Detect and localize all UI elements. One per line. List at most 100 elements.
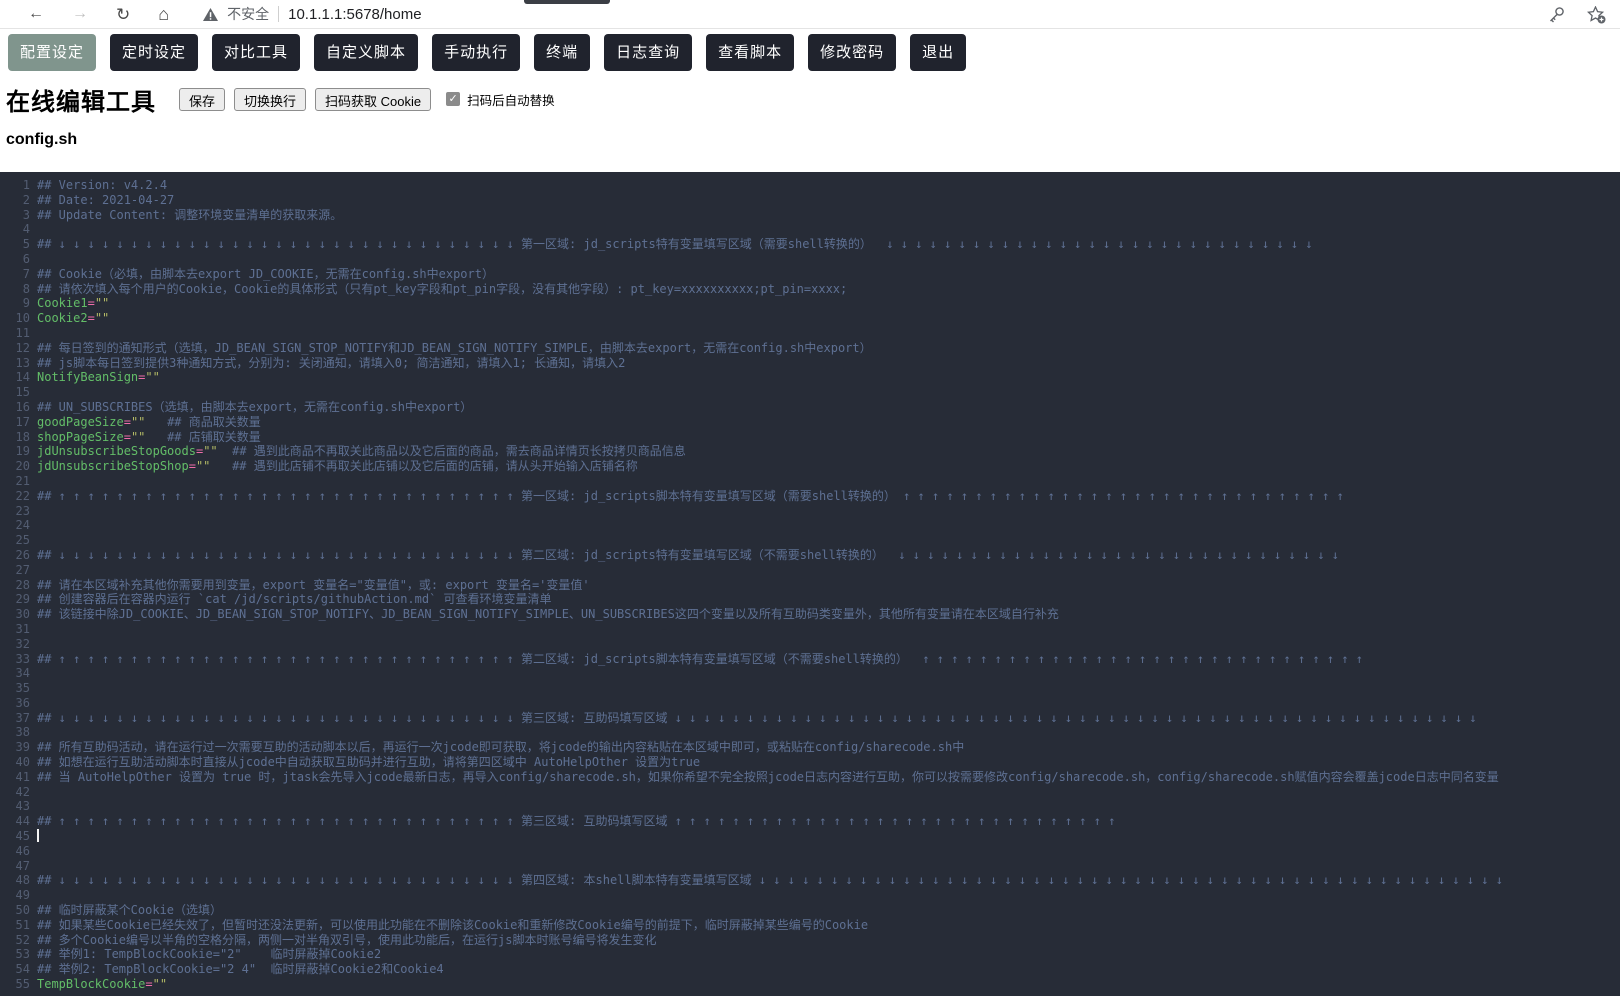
- line-content: NotifyBeanSign="": [37, 370, 160, 385]
- line-number: 5: [0, 237, 30, 252]
- editor-line-41[interactable]: 41## 当 AutoHelpOther 设置为 true 时，jtask会先导…: [0, 770, 1620, 785]
- editor-line-14[interactable]: 14NotifyBeanSign="": [0, 370, 1620, 385]
- nav-button-terminal[interactable]: 终端: [534, 34, 590, 71]
- line-content: ## 所有互助码活动，请在运行过一次需要互助的活动脚本以后，再运行一次jcode…: [37, 740, 964, 755]
- editor-line-11[interactable]: 11: [0, 326, 1620, 341]
- editor-line-30[interactable]: 30## 该链接中除JD_COOKIE、JD_BEAN_SIGN_STOP_NO…: [0, 607, 1620, 622]
- editor-line-24[interactable]: 24: [0, 518, 1620, 533]
- editor-line-21[interactable]: 21: [0, 474, 1620, 489]
- line-number: 50: [0, 903, 30, 918]
- editor-line-34[interactable]: 34: [0, 666, 1620, 681]
- editor-line-47[interactable]: 47: [0, 859, 1620, 874]
- line-content: jdUnsubscribeStopGoods="" ## 遇到此商品不再取关此商…: [37, 444, 686, 459]
- editor-line-28[interactable]: 28## 请在本区域补充其他你需要用到变量，export 变量名="变量值"，或…: [0, 578, 1620, 593]
- browser-address-bar[interactable]: 不安全 10.1.1.1:5678/home: [203, 4, 421, 24]
- editor-line-9[interactable]: 9Cookie1="": [0, 296, 1620, 311]
- line-number: 43: [0, 799, 30, 814]
- editor-line-1[interactable]: 1## Version: v4.2.4: [0, 178, 1620, 193]
- editor-line-2[interactable]: 2## Date: 2021-04-27: [0, 193, 1620, 208]
- editor-line-50[interactable]: 50## 临时屏蔽某个Cookie（选填）: [0, 903, 1620, 918]
- editor-line-43[interactable]: 43: [0, 799, 1620, 814]
- nav-button-custom-script[interactable]: 自定义脚本: [314, 34, 418, 71]
- browser-forward-icon[interactable]: →: [72, 6, 88, 22]
- editor-line-37[interactable]: 37## ↓ ↓ ↓ ↓ ↓ ↓ ↓ ↓ ↓ ↓ ↓ ↓ ↓ ↓ ↓ ↓ ↓ ↓…: [0, 711, 1620, 726]
- password-key-icon[interactable]: [1548, 6, 1565, 23]
- editor-line-44[interactable]: 44## ↑ ↑ ↑ ↑ ↑ ↑ ↑ ↑ ↑ ↑ ↑ ↑ ↑ ↑ ↑ ↑ ↑ ↑…: [0, 814, 1620, 829]
- nav-button-log-query[interactable]: 日志查询: [604, 34, 692, 71]
- editor-line-51[interactable]: 51## 如果某些Cookie已经失效了，但暂时还没法更新，可以使用此功能在不删…: [0, 918, 1620, 933]
- editor-line-25[interactable]: 25: [0, 533, 1620, 548]
- code-editor[interactable]: 1## Version: v4.2.42## Date: 2021-04-273…: [0, 172, 1620, 996]
- browser-refresh-icon[interactable]: ↻: [116, 6, 130, 23]
- line-number: 23: [0, 504, 30, 519]
- line-number: 15: [0, 385, 30, 400]
- editor-line-48[interactable]: 48## ↓ ↓ ↓ ↓ ↓ ↓ ↓ ↓ ↓ ↓ ↓ ↓ ↓ ↓ ↓ ↓ ↓ ↓…: [0, 873, 1620, 888]
- editor-line-16[interactable]: 16## UN_SUBSCRIBES（选填，由脚本去export，无需在conf…: [0, 400, 1620, 415]
- editor-line-6[interactable]: 6: [0, 252, 1620, 267]
- favorite-star-icon[interactable]: [1587, 6, 1606, 24]
- editor-line-19[interactable]: 19jdUnsubscribeStopGoods="" ## 遇到此商品不再取关…: [0, 444, 1620, 459]
- scan-cookie-button[interactable]: 扫码获取 Cookie: [315, 88, 431, 111]
- editor-line-10[interactable]: 10Cookie2="": [0, 311, 1620, 326]
- editor-line-23[interactable]: 23: [0, 504, 1620, 519]
- url-text: 10.1.1.1:5678/home: [288, 6, 421, 23]
- nav-button-view-script[interactable]: 查看脚本: [706, 34, 794, 71]
- editor-line-49[interactable]: 49: [0, 888, 1620, 903]
- line-number: 38: [0, 725, 30, 740]
- editor-line-7[interactable]: 7## Cookie（必填，由脚本去export JD_COOKIE，无需在co…: [0, 267, 1620, 282]
- line-number: 3: [0, 208, 30, 223]
- editor-line-20[interactable]: 20jdUnsubscribeStopShop="" ## 遇到此店铺不再取关此…: [0, 459, 1620, 474]
- editor-line-35[interactable]: 35: [0, 681, 1620, 696]
- line-number: 40: [0, 755, 30, 770]
- line-number: 37: [0, 711, 30, 726]
- nav-button-manual-run[interactable]: 手动执行: [432, 34, 520, 71]
- line-content: ## UN_SUBSCRIBES（选填，由脚本去export，无需在config…: [37, 400, 472, 415]
- editor-line-29[interactable]: 29## 创建容器后在容器内运行 `cat /jd/scripts/github…: [0, 592, 1620, 607]
- line-content: shopPageSize="" ## 店铺取关数量: [37, 430, 261, 445]
- editor-line-42[interactable]: 42: [0, 785, 1620, 800]
- editor-line-53[interactable]: 53## 举例1: TempBlockCookie="2" 临时屏蔽掉Cooki…: [0, 947, 1620, 962]
- editor-line-5[interactable]: 5## ↓ ↓ ↓ ↓ ↓ ↓ ↓ ↓ ↓ ↓ ↓ ↓ ↓ ↓ ↓ ↓ ↓ ↓ …: [0, 237, 1620, 252]
- save-button[interactable]: 保存: [179, 88, 225, 111]
- editor-line-52[interactable]: 52## 多个Cookie编号以半角的空格分隔，两侧一对半角双引号，使用此功能后…: [0, 933, 1620, 948]
- nav-button-config-settings[interactable]: 配置设定: [8, 34, 96, 71]
- browser-home-icon[interactable]: ⌂: [158, 5, 169, 23]
- editor-line-36[interactable]: 36: [0, 696, 1620, 711]
- line-number: 36: [0, 696, 30, 711]
- editor-line-55[interactable]: 55TempBlockCookie="": [0, 977, 1620, 992]
- editor-line-45[interactable]: 45: [0, 829, 1620, 844]
- editor-line-4[interactable]: 4: [0, 222, 1620, 237]
- line-number: 54: [0, 962, 30, 977]
- line-content: ## ↑ ↑ ↑ ↑ ↑ ↑ ↑ ↑ ↑ ↑ ↑ ↑ ↑ ↑ ↑ ↑ ↑ ↑ ↑…: [37, 814, 1115, 829]
- line-number: 10: [0, 311, 30, 326]
- editor-line-46[interactable]: 46: [0, 844, 1620, 859]
- editor-line-26[interactable]: 26## ↓ ↓ ↓ ↓ ↓ ↓ ↓ ↓ ↓ ↓ ↓ ↓ ↓ ↓ ↓ ↓ ↓ ↓…: [0, 548, 1620, 563]
- line-number: 41: [0, 770, 30, 785]
- editor-line-39[interactable]: 39## 所有互助码活动，请在运行过一次需要互助的活动脚本以后，再运行一次jco…: [0, 740, 1620, 755]
- editor-line-31[interactable]: 31: [0, 622, 1620, 637]
- auto-replace-checkbox[interactable]: ✓: [446, 92, 460, 106]
- line-number: 12: [0, 341, 30, 356]
- editor-line-27[interactable]: 27: [0, 563, 1620, 578]
- browser-back-icon[interactable]: ←: [28, 6, 44, 22]
- editor-line-40[interactable]: 40## 如想在运行互助活动脚本时直接从jcode中自动获取互助码并进行互助，请…: [0, 755, 1620, 770]
- editor-line-33[interactable]: 33## ↑ ↑ ↑ ↑ ↑ ↑ ↑ ↑ ↑ ↑ ↑ ↑ ↑ ↑ ↑ ↑ ↑ ↑…: [0, 652, 1620, 667]
- editor-line-22[interactable]: 22## ↑ ↑ ↑ ↑ ↑ ↑ ↑ ↑ ↑ ↑ ↑ ↑ ↑ ↑ ↑ ↑ ↑ ↑…: [0, 489, 1620, 504]
- editor-line-38[interactable]: 38: [0, 725, 1620, 740]
- editor-line-18[interactable]: 18shopPageSize="" ## 店铺取关数量: [0, 430, 1620, 445]
- editor-line-17[interactable]: 17goodPageSize="" ## 商品取关数量: [0, 415, 1620, 430]
- editor-line-54[interactable]: 54## 举例2: TempBlockCookie="2 4" 临时屏蔽掉Coo…: [0, 962, 1620, 977]
- editor-line-12[interactable]: 12## 每日签到的通知形式（选填，JD_BEAN_SIGN_STOP_NOTI…: [0, 341, 1620, 356]
- editor-line-15[interactable]: 15: [0, 385, 1620, 400]
- nav-button-logout[interactable]: 退出: [910, 34, 966, 71]
- editor-line-32[interactable]: 32: [0, 637, 1620, 652]
- nav-button-compare-tool[interactable]: 对比工具: [212, 34, 300, 71]
- editor-line-3[interactable]: 3## Update Content: 调整环境变量清单的获取来源。: [0, 208, 1620, 223]
- toggle-wrap-button[interactable]: 切换换行: [234, 88, 306, 111]
- line-number: 22: [0, 489, 30, 504]
- editor-line-8[interactable]: 8## 请依次填入每个用户的Cookie，Cookie的具体形式（只有pt_ke…: [0, 282, 1620, 297]
- nav-button-change-password[interactable]: 修改密码: [808, 34, 896, 71]
- editor-line-13[interactable]: 13## js脚本每日签到提供3种通知方式，分别为: 关闭通知，请填入0; 简洁…: [0, 356, 1620, 371]
- nav-button-timer-settings[interactable]: 定时设定: [110, 34, 198, 71]
- line-number: 49: [0, 888, 30, 903]
